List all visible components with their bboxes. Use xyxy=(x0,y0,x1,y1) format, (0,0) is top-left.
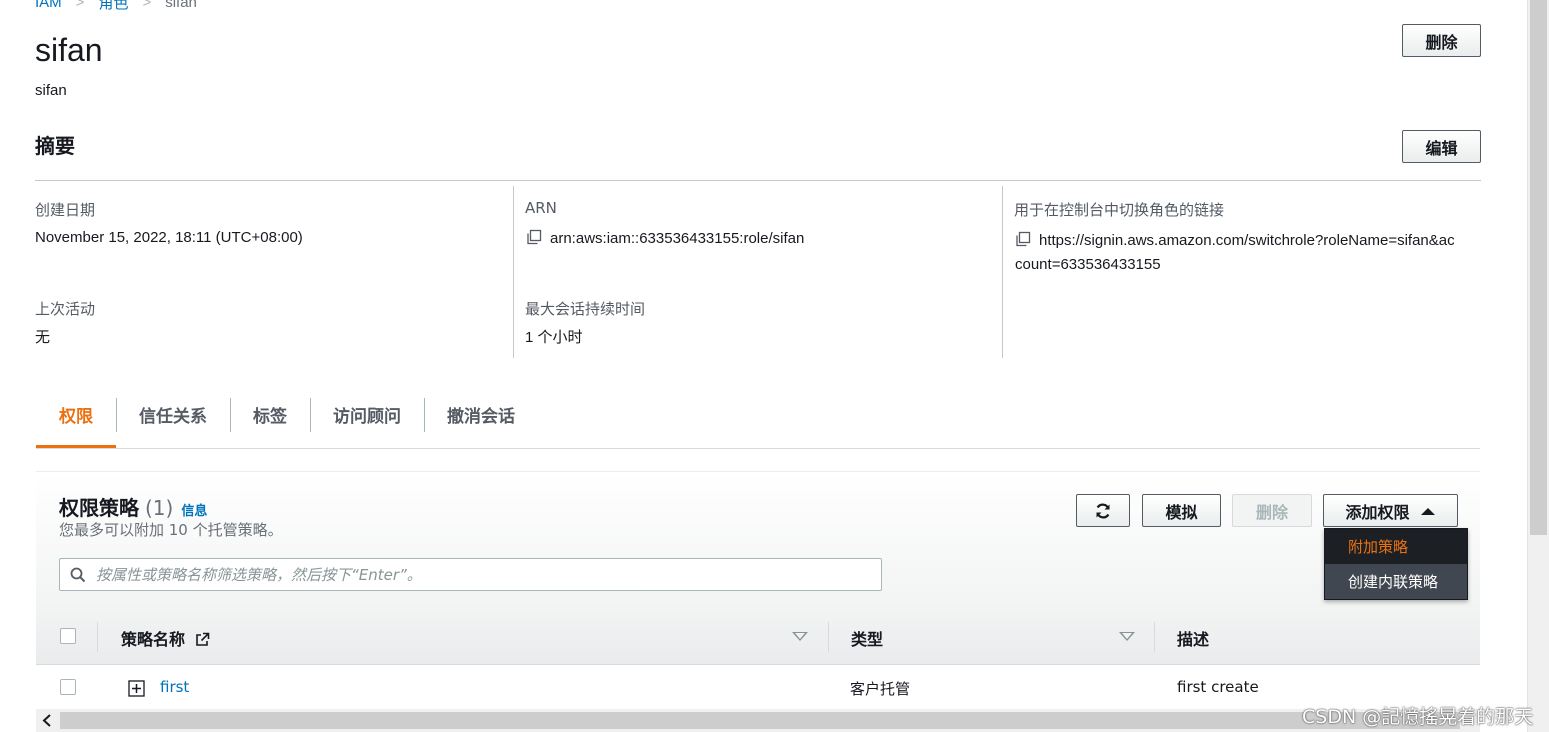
breadcrumb: IAM > 角色 > sifan xyxy=(35,0,197,13)
column-divider xyxy=(513,186,514,358)
menu-item-create-inline-policy[interactable]: 创建内联策略 xyxy=(1325,564,1467,599)
search-icon xyxy=(70,567,86,582)
arn-value-row: arn:aws:iam::633536433155:role/sifan xyxy=(526,229,804,247)
remove-policy-button[interactable]: 删除 xyxy=(1232,494,1312,527)
policy-count: (1) xyxy=(145,496,174,520)
switch-role-link-line1[interactable]: https://signin.aws.amazon.com/switchrole… xyxy=(1039,232,1455,249)
column-header-description[interactable]: 描述 xyxy=(1177,626,1209,650)
switch-role-value: https://signin.aws.amazon.com/switchrole… xyxy=(1015,229,1485,277)
caret-up-icon xyxy=(1420,507,1435,515)
column-divider xyxy=(1002,186,1003,358)
arn-value: arn:aws:iam::633536433155:role/sifan xyxy=(550,230,805,247)
watermark: CSDN @記憶搖晃着的那天 xyxy=(1302,706,1534,728)
policy-name-header-text: 策略名称 xyxy=(121,630,186,649)
summary-title: 摘要 xyxy=(35,134,75,158)
select-all-checkbox[interactable] xyxy=(60,628,76,644)
policy-search-input[interactable] xyxy=(94,559,881,590)
edit-button[interactable]: 编辑 xyxy=(1402,130,1481,163)
chevron-right-icon: > xyxy=(75,0,85,11)
last-activity-label: 上次活动 xyxy=(35,300,96,318)
chevron-right-icon: > xyxy=(142,0,152,11)
simulate-button[interactable]: 模拟 xyxy=(1142,494,1221,527)
sort-icon[interactable] xyxy=(1119,632,1135,641)
copy-icon[interactable] xyxy=(1015,231,1031,247)
column-separator xyxy=(97,622,98,652)
add-permissions-button[interactable]: 添加权限 xyxy=(1323,494,1458,527)
policy-type: 客户托管 xyxy=(850,680,911,698)
column-separator xyxy=(1154,622,1155,652)
refresh-button[interactable] xyxy=(1076,494,1130,527)
created-label: 创建日期 xyxy=(35,201,96,219)
tab-tags[interactable]: 标签 xyxy=(230,395,310,433)
breadcrumb-iam[interactable]: IAM xyxy=(35,0,62,11)
policy-table-header: 策略名称 类型 描述 xyxy=(36,610,1480,665)
tab-trust-relationships[interactable]: 信任关系 xyxy=(116,395,230,433)
info-link[interactable]: 信息 xyxy=(181,504,207,519)
max-session-label: 最大会话持续时间 xyxy=(525,300,646,318)
tab-divider xyxy=(36,448,1480,449)
sort-icon[interactable] xyxy=(792,632,808,641)
tab-bar: 权限 信任关系 标签 访问顾问 撤消会话 xyxy=(36,395,538,448)
last-activity-value: 无 xyxy=(35,329,51,346)
switch-role-label: 用于在控制台中切换角色的链接 xyxy=(1014,201,1225,219)
policy-search-box xyxy=(59,558,882,591)
external-link-icon xyxy=(195,632,209,646)
vertical-scroll-thumb[interactable] xyxy=(1530,0,1547,535)
permissions-title-text: 权限策略 xyxy=(59,496,139,520)
horizontal-scroll-thumb[interactable] xyxy=(60,712,1460,729)
permissions-subtitle: 您最多可以附加 10 个托管策略。 xyxy=(59,521,283,539)
add-permissions-label: 添加权限 xyxy=(1345,502,1410,522)
tab-permissions[interactable]: 权限 xyxy=(36,395,116,448)
tab-access-advisor[interactable]: 访问顾问 xyxy=(310,395,424,433)
menu-item-attach-policy[interactable]: 附加策略 xyxy=(1325,529,1467,564)
vertical-scrollbar[interactable] xyxy=(1527,0,1549,732)
scroll-left-icon[interactable] xyxy=(42,714,52,727)
max-session-value: 1 个小时 xyxy=(525,329,583,346)
page-subtitle: sifan xyxy=(35,82,67,99)
permissions-title: 权限策略 (1) 信息 xyxy=(59,492,207,521)
breadcrumb-current: sifan xyxy=(165,0,197,11)
tab-revoke-sessions[interactable]: 撤消会话 xyxy=(424,395,538,433)
page-title: sifan xyxy=(35,32,103,68)
horizontal-scrollbar[interactable] xyxy=(36,709,1480,732)
policy-name-link[interactable]: first xyxy=(160,678,189,696)
column-header-policy-name[interactable]: 策略名称 xyxy=(121,626,210,650)
expand-icon[interactable] xyxy=(128,680,145,697)
policy-description: first create xyxy=(1177,678,1259,696)
arn-label: ARN xyxy=(525,199,557,217)
created-value: November 15, 2022, 18:11 (UTC+08:00) xyxy=(35,229,303,246)
refresh-icon xyxy=(1096,503,1110,518)
breadcrumb-roles[interactable]: 角色 xyxy=(98,0,128,13)
switch-role-link-line2[interactable]: count=633536433155 xyxy=(1015,256,1161,273)
delete-role-button[interactable]: 删除 xyxy=(1402,24,1481,57)
column-header-type[interactable]: 类型 xyxy=(851,626,883,650)
summary-divider xyxy=(35,180,1481,181)
copy-icon[interactable] xyxy=(526,229,542,245)
column-separator xyxy=(828,622,829,652)
add-permissions-menu: 附加策略 创建内联策略 xyxy=(1324,528,1468,600)
row-checkbox[interactable] xyxy=(60,679,76,695)
